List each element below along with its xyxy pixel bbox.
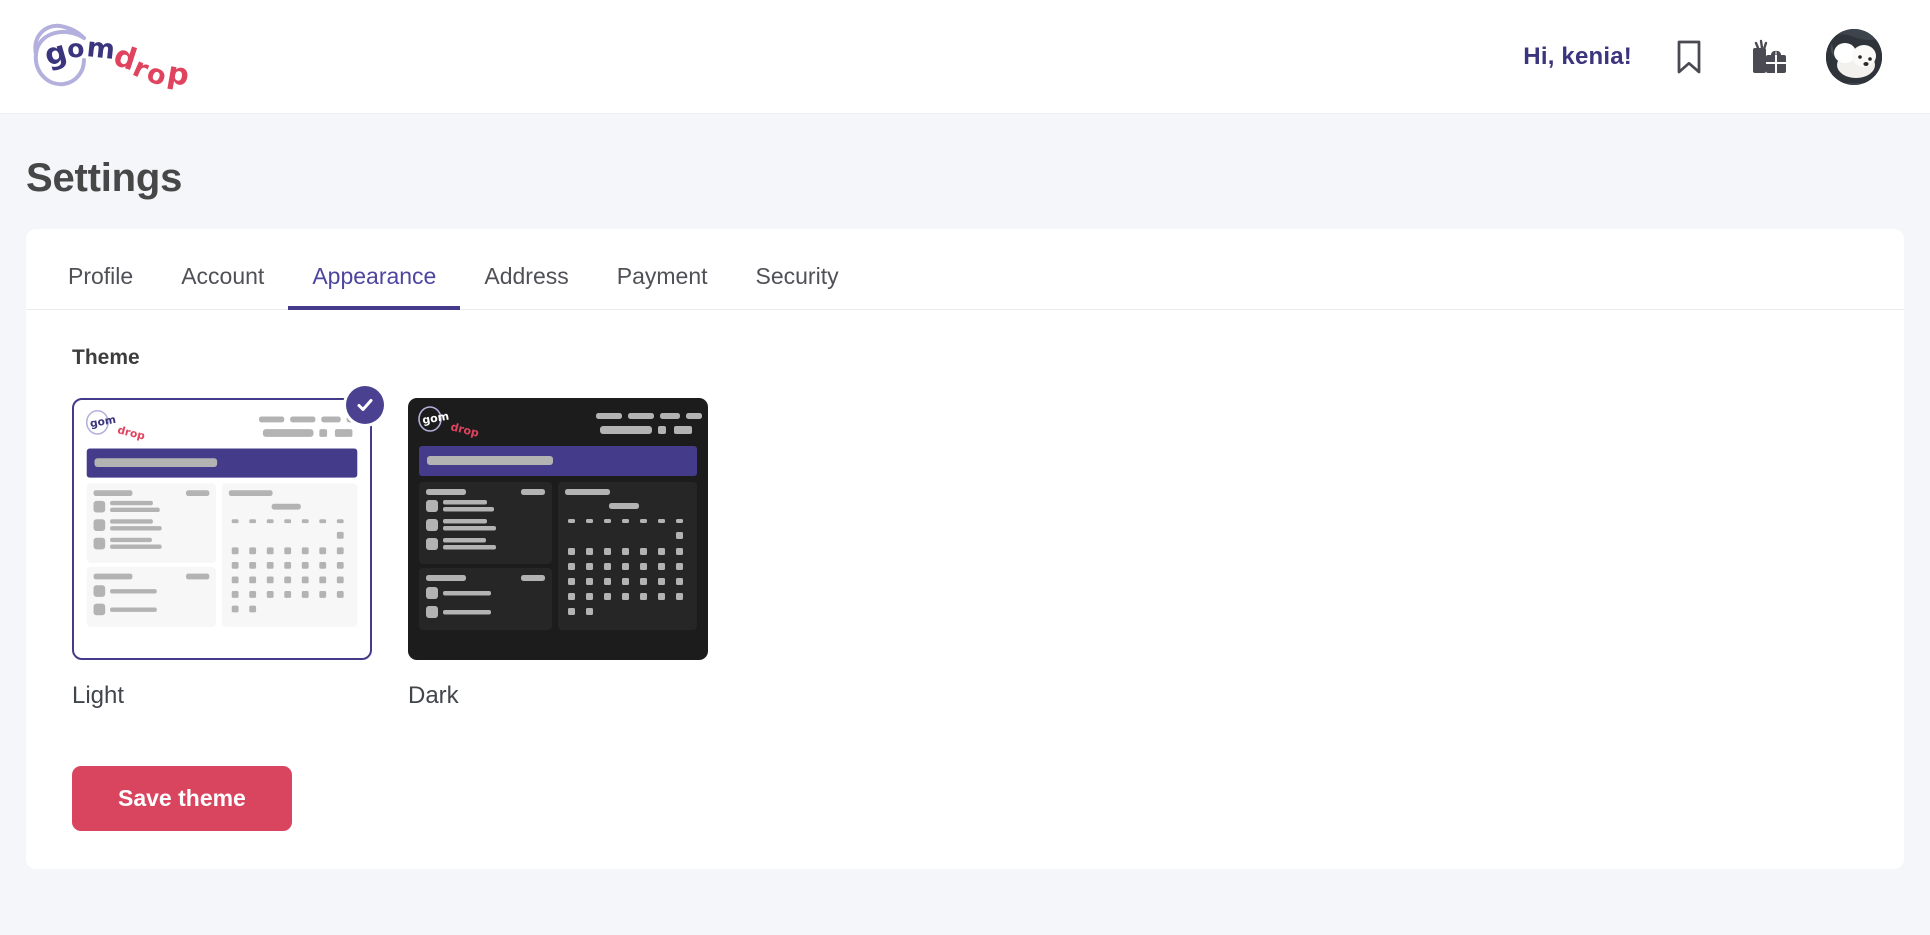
- app-header: g o m d r o p Hi, kenia!: [0, 0, 1930, 114]
- gifts-icon[interactable]: [1746, 34, 1792, 80]
- bookmark-glyph: [1677, 40, 1701, 73]
- avatar[interactable]: [1826, 28, 1882, 85]
- tab-payment[interactable]: Payment: [593, 247, 732, 310]
- tab-address[interactable]: Address: [460, 247, 592, 310]
- bookmark-icon[interactable]: [1666, 34, 1712, 80]
- page-body: Settings Profile Account Appearance Addr…: [0, 114, 1930, 869]
- tab-profile[interactable]: Profile: [44, 247, 157, 310]
- theme-options: gom drop Light gom drop Dark: [72, 386, 1858, 710]
- page-title: Settings: [26, 156, 183, 200]
- header-actions: Hi, kenia!: [1523, 28, 1882, 85]
- check-glyph: [357, 399, 373, 411]
- theme-section-title: Theme: [72, 346, 140, 369]
- theme-label-dark: Dark: [408, 682, 459, 709]
- tab-account[interactable]: Account: [157, 247, 288, 310]
- theme-thumb-dark[interactable]: gom drop: [408, 398, 708, 660]
- gomdrop-logo-icon: g o m d r o p: [33, 23, 192, 93]
- theme-option-dark[interactable]: gom drop Dark: [408, 398, 708, 710]
- brand-logo[interactable]: g o m d r o p: [26, 20, 212, 94]
- appearance-section: Theme gom drop Light gom drop Dark Save …: [26, 310, 1904, 831]
- svg-text:m: m: [85, 32, 116, 66]
- greeting-text: Hi, kenia!: [1523, 42, 1632, 70]
- theme-thumb-light[interactable]: gom drop: [72, 386, 384, 660]
- save-theme-button[interactable]: Save theme: [72, 766, 292, 831]
- gifts-glyph: [1753, 39, 1786, 73]
- avatar-photo: [1826, 28, 1882, 85]
- dark-theme-preview-icon: gom drop: [408, 398, 708, 660]
- settings-card: Profile Account Appearance Address Payme…: [26, 229, 1904, 869]
- theme-option-light[interactable]: gom drop Light: [72, 386, 384, 710]
- tab-security[interactable]: Security: [732, 247, 863, 310]
- theme-label-light: Light: [72, 682, 125, 709]
- svg-text:o: o: [66, 33, 86, 64]
- selected-check-icon: [346, 386, 384, 424]
- tab-appearance[interactable]: Appearance: [288, 247, 461, 310]
- light-theme-preview-icon: gom drop: [76, 402, 368, 656]
- settings-tabs: Profile Account Appearance Address Payme…: [26, 229, 1904, 310]
- svg-text:p: p: [165, 55, 192, 93]
